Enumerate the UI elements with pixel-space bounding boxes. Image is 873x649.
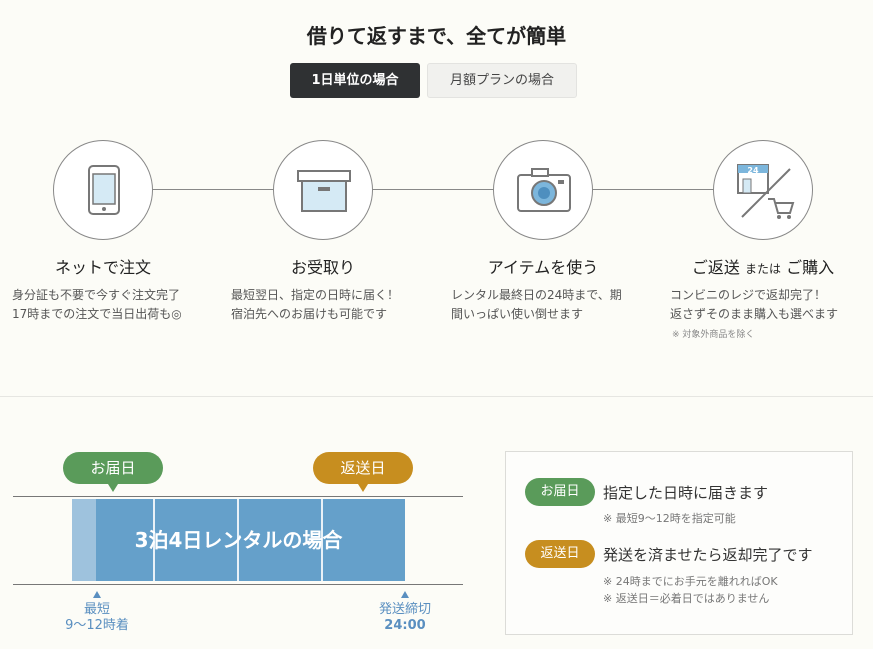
delivery-text: 指定した日時に届きます (603, 484, 769, 502)
convenience-store-icon: 24 (713, 140, 813, 240)
timeline-top-line (13, 496, 463, 497)
step-title: アイテムを使う (487, 258, 599, 277)
step-description: 最短翌日、指定の日時に届く！ 宿泊先へのお届けも可能です (231, 288, 400, 321)
step-connector (372, 189, 494, 190)
return-badge: 返送日 (525, 540, 595, 568)
camera-icon (493, 140, 593, 240)
delivery-day-label: お届日 (63, 452, 163, 492)
rental-bar-label: 3泊4日レンタルの場合 (134, 528, 343, 552)
delivery-badge: お届日 (525, 478, 595, 506)
end-marker-icon (401, 591, 409, 598)
plan-tabs: 1日単位の場合 月額プランの場合 (290, 63, 577, 98)
svg-text:24: 24 (747, 166, 759, 175)
return-day-label: 返送日 (313, 452, 413, 492)
step-description: レンタル最終日の24時まで、期 間いっぱい使い倒せます (451, 288, 622, 321)
delivery-note: ※ 最短9〜12時を指定可能 (603, 512, 736, 525)
return-note: ※ 24時までにお手元を離れればOK ※ 返送日＝必着日ではありません (603, 575, 778, 605)
smartphone-icon (53, 140, 153, 240)
start-marker-icon (93, 591, 101, 598)
step-connector (592, 189, 714, 190)
step-description: 身分証も不要で今すぐ注文完了 17時までの注文で当日出荷も◎ (12, 288, 182, 321)
step-title: ご返送 または ご購入 (691, 258, 835, 277)
step-title: ネットで注文 (54, 258, 151, 277)
tab-daily[interactable]: 1日単位の場合 (290, 63, 420, 98)
step-description: コンビニのレジで返却完了！ 返さずそのまま購入も選べます (670, 288, 839, 321)
page-title: 借りて返すまで、全てが簡単 (306, 24, 567, 48)
end-marker-label: 発送締切 24:00 (378, 602, 431, 633)
section-divider (0, 396, 873, 397)
step-connector (152, 189, 274, 190)
start-marker-label: 最短 9〜12時着 (65, 602, 129, 633)
info-box: お届日 指定した日時に届きます ※ 最短9〜12時を指定可能 返送日 発送を済ま… (505, 451, 853, 635)
timeline-bottom-line (13, 584, 463, 585)
step-note: ※ 対象外商品を除く (672, 330, 755, 340)
box-icon (273, 140, 373, 240)
tab-monthly[interactable]: 月額プランの場合 (427, 63, 577, 98)
return-text: 発送を済ませたら返却完了です (603, 546, 813, 564)
step-title: お受取り (290, 258, 355, 277)
